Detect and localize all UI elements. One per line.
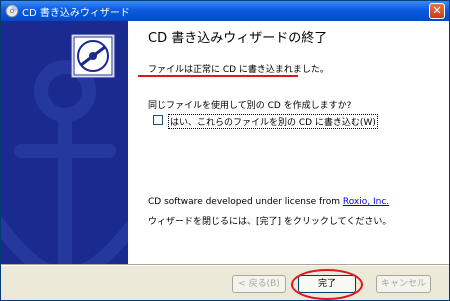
question-text: 同じファイルを使用して別の CD を作成しますか? <box>148 101 352 111</box>
cancel-button[interactable]: キャンセル <box>376 275 431 293</box>
wizard-content: CD 書き込みウィザードの終了 ファイルは正常に CD に書き込まれました。 同… <box>128 21 449 264</box>
roxio-link[interactable]: Roxio, Inc. <box>343 197 389 207</box>
close-button[interactable]: ✕ <box>429 3 445 19</box>
disc-icon <box>71 34 115 78</box>
button-separator <box>1 264 449 266</box>
cd-writing-wizard-window: CD 書き込みウィザード ✕ CD 書き込みウィザードの終了 ファイルは正常に … <box>0 0 450 301</box>
annotation-underline <box>138 75 298 77</box>
cd-icon <box>5 4 19 18</box>
wizard-banner <box>1 21 128 264</box>
back-button[interactable]: < 戻る(B) <box>232 275 286 293</box>
write-another-cd-checkbox[interactable] <box>153 115 163 125</box>
write-another-cd-label[interactable]: はい、これらのファイルを別の CD に書き込む(W) <box>168 114 378 129</box>
license-notice: CD software developed under license from… <box>148 197 389 207</box>
annotation-circle <box>291 269 363 300</box>
page-title: CD 書き込みウィザードの終了 <box>148 31 328 46</box>
success-message: ファイルは正常に CD に書き込まれました。 <box>148 65 329 75</box>
title-bar[interactable]: CD 書き込みウィザード ✕ <box>1 1 449 21</box>
close-instruction: ウィザードを閉じるには、[完了] をクリックしてください。 <box>148 217 392 227</box>
window-title: CD 書き込みウィザード <box>22 8 130 19</box>
license-text: CD software developed under license from <box>148 197 343 207</box>
close-icon: ✕ <box>432 4 442 17</box>
